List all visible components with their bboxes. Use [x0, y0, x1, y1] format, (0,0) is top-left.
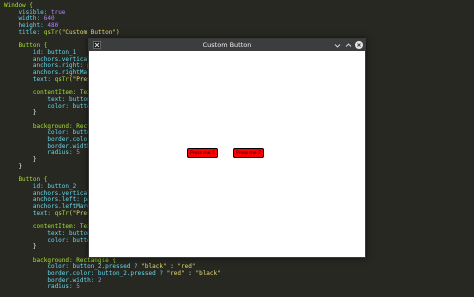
chevron-up-icon: [345, 42, 351, 47]
press-me-1-button[interactable]: Press me 1: [187, 148, 218, 158]
code-line: title: qsTr("Custom Button"): [4, 28, 120, 37]
code-token: 5: [76, 283, 80, 291]
maximize-button[interactable]: [343, 40, 353, 50]
code-token: radius:: [4, 283, 77, 291]
press-me-2-button[interactable]: Press me 2: [233, 148, 264, 158]
code-token: ("Custom Button"): [58, 28, 120, 36]
window-titlebar[interactable]: Custom Button: [89, 39, 365, 51]
code-token: }: [4, 162, 23, 170]
code-line: }: [4, 163, 22, 171]
code-token: }: [4, 243, 37, 251]
code-line: text: qsTr("Press m: [4, 210, 102, 218]
code-token: }: [4, 109, 37, 117]
code-line: }: [4, 243, 37, 251]
code-token: :: [184, 270, 196, 277]
code-line: text: qsTr("Press m: [4, 76, 102, 84]
code-token: "red": [166, 270, 185, 277]
code-token: title:: [4, 28, 44, 36]
code-token: qsTr: [54, 75, 70, 83]
code-token: 5: [76, 149, 80, 157]
code-line: radius: 5: [4, 283, 80, 291]
chevron-down-icon: [334, 43, 340, 48]
window-title: Custom Button: [202, 41, 252, 49]
minimize-button[interactable]: [332, 40, 342, 50]
code-line: }: [4, 109, 37, 117]
close-button[interactable]: [354, 40, 364, 50]
code-token: qsTr: [43, 28, 59, 36]
close-icon: [355, 41, 363, 49]
custom-button-window: Custom Button Press me 1 Press me 2: [88, 38, 366, 258]
code-token: text:: [4, 209, 55, 217]
window-content: Press me 1 Press me 2: [89, 51, 365, 257]
code-token: 2: [97, 276, 102, 284]
code-token: "black": [195, 270, 221, 277]
code-token: qsTr: [54, 209, 70, 217]
code-token: text:: [4, 75, 55, 83]
